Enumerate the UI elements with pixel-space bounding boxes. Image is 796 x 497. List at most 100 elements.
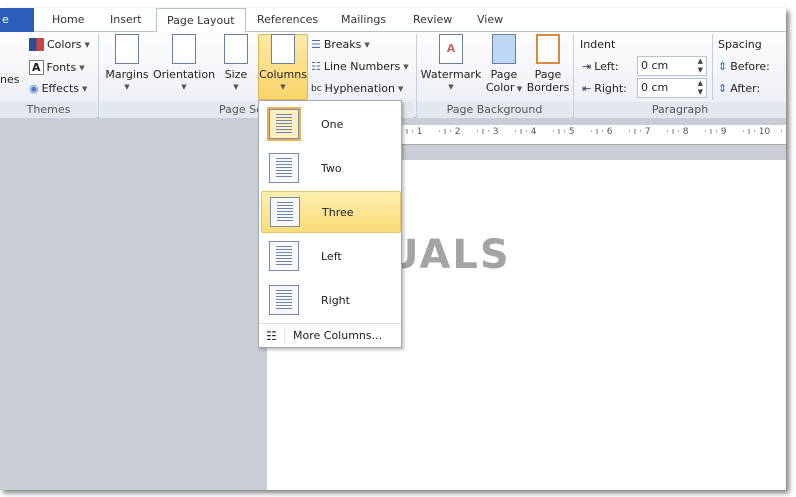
tab-page-layout[interactable]: Page Layout <box>156 8 246 33</box>
colors-button[interactable]: Colors ▼ <box>29 38 90 51</box>
indent-right-input[interactable]: 0 cm ▲ ▼ <box>637 78 707 98</box>
ruler-tick-label: · ı · 1 <box>400 127 423 137</box>
fonts-button[interactable]: A Fonts ▼ <box>29 60 85 75</box>
orientation-icon <box>172 34 196 64</box>
more-columns-icon: ☷ <box>259 328 285 343</box>
page-background-group-label: Page Background <box>417 102 572 118</box>
breaks-label: Breaks <box>323 38 362 51</box>
page-borders-icon <box>536 34 560 64</box>
ruler-tick-label: · ı · 2 <box>438 127 461 137</box>
indent-heading: Indent <box>580 38 616 51</box>
page-color-label-1: Page <box>490 68 518 81</box>
ruler-tick-label: · ı · 11 <box>780 127 786 137</box>
more-columns-label: More Columns... <box>293 329 383 342</box>
spacing-before-label: ⇕ Before: <box>718 60 770 73</box>
tab-insert[interactable]: Insert <box>110 8 142 32</box>
one-column-icon <box>267 107 301 141</box>
indent-right-value: 0 cm <box>641 81 669 94</box>
columns-option-right[interactable]: Right <box>261 279 401 321</box>
themes-label: nes <box>0 73 20 86</box>
breaks-button[interactable]: ☰ Breaks ▼ <box>311 38 370 51</box>
spacing-after-icon: ⇕ <box>718 82 728 95</box>
indent-left-input[interactable]: 0 cm ▲ ▼ <box>637 56 707 76</box>
horizontal-ruler[interactable]: · ı · 1 · ı · 2 · ı · 3 · ı · 4 · ı · 5 · ı ·… <box>400 125 786 145</box>
indent-left-label: ⇥ Left: <box>582 60 619 73</box>
option-label: Right <box>321 293 350 307</box>
option-label: One <box>321 117 344 131</box>
option-label: Three <box>322 205 354 219</box>
colors-icon <box>29 38 44 51</box>
ruler-tick-label: · ı · 10 <box>742 127 771 137</box>
ribbon-tabs: e Home Insert Page Layout References Mai… <box>0 8 786 33</box>
watermark-label: Watermark <box>420 68 482 81</box>
margins-label: Margins <box>105 68 149 81</box>
paragraph-group-label: Paragraph <box>574 102 786 118</box>
fonts-label: Fonts <box>46 61 77 74</box>
ruler-tick-label: · ı · 4 <box>514 127 537 137</box>
watermark-button[interactable]: A Watermark ▼ <box>420 34 482 94</box>
effects-button[interactable]: ◉ Effects ▼ <box>29 82 87 95</box>
page-borders-label-1: Page <box>534 68 562 81</box>
effects-icon: ◉ <box>29 82 39 95</box>
columns-option-three[interactable]: Three <box>261 191 401 233</box>
ruler-tick-label: · ı · 3 <box>476 127 499 137</box>
indent-left-icon: ⇥ <box>582 60 592 73</box>
spinner-icon[interactable]: ▲ ▼ <box>698 57 703 75</box>
columns-dropdown-menu: One Two Three Left Right ☷ More Columns..… <box>258 100 402 348</box>
ruler-tick-label: · ı · 8 <box>666 127 689 137</box>
right-column-icon <box>269 285 299 315</box>
spacing-after-label: ⇕ After: <box>718 82 761 95</box>
colors-label: Colors <box>47 38 82 51</box>
ruler-tick-label: · ı · 5 <box>552 127 575 137</box>
tab-references[interactable]: References <box>257 8 318 32</box>
breaks-icon: ☰ <box>311 38 321 51</box>
two-columns-icon <box>269 153 299 183</box>
ruler-tick-label: · ı · 6 <box>590 127 613 137</box>
hyphenation-label: Hyphenation <box>324 82 395 95</box>
spacing-heading: Spacing <box>718 38 762 51</box>
size-button[interactable]: Size ▼ <box>220 34 252 94</box>
tab-view[interactable]: View <box>477 8 503 32</box>
tab-home[interactable]: Home <box>52 8 84 32</box>
page-color-icon <box>492 34 516 64</box>
tab-review[interactable]: Review <box>413 8 452 32</box>
margins-icon <box>115 34 139 64</box>
size-icon <box>224 34 248 64</box>
tab-mailings[interactable]: Mailings <box>341 8 386 32</box>
margins-button[interactable]: Margins ▼ <box>104 34 150 94</box>
columns-option-two[interactable]: Two <box>261 147 401 189</box>
option-label: Two <box>321 161 342 175</box>
option-label: Left <box>321 249 342 263</box>
hyphenation-button[interactable]: bc Hyphenation ▼ <box>311 82 403 95</box>
columns-icon <box>271 34 295 64</box>
page-color-button[interactable]: Page Color ▼ <box>484 34 524 96</box>
effects-label: Effects <box>41 82 79 95</box>
page-borders-button[interactable]: Page Borders <box>526 34 570 94</box>
indent-right-label: ⇤ Right: <box>582 82 627 95</box>
page-color-label-2: Color <box>485 81 515 94</box>
ruler-tick-label: · ı · 7 <box>628 127 651 137</box>
left-column-icon <box>269 241 299 271</box>
columns-option-one[interactable]: One <box>261 103 401 145</box>
orientation-label: Orientation <box>152 68 216 81</box>
page-borders-label-2: Borders <box>526 81 570 94</box>
hyphenation-icon: bc <box>311 83 322 94</box>
ruler-tick-label: · ı · 9 <box>704 127 727 137</box>
line-numbers-label: Line Numbers <box>323 60 401 73</box>
themes-group-label: Themes <box>0 102 97 118</box>
tab-file[interactable]: e <box>0 8 34 32</box>
more-columns-button[interactable]: ☷ More Columns... <box>259 323 401 347</box>
spacing-before-icon: ⇕ <box>718 60 728 73</box>
size-label: Size <box>224 68 248 81</box>
columns-button-content[interactable]: Columns ▼ <box>258 34 308 94</box>
three-columns-icon <box>270 197 300 227</box>
line-numbers-icon: ☷ <box>311 60 321 73</box>
fonts-icon: A <box>29 60 44 75</box>
themes-button[interactable]: nes <box>0 73 19 86</box>
orientation-button[interactable]: Orientation ▼ <box>152 34 216 94</box>
indent-right-icon: ⇤ <box>582 82 592 95</box>
indent-left-value: 0 cm <box>641 59 669 72</box>
spinner-icon[interactable]: ▲ ▼ <box>698 79 703 97</box>
columns-option-left[interactable]: Left <box>261 235 401 277</box>
line-numbers-button[interactable]: ☷ Line Numbers ▼ <box>311 60 409 73</box>
